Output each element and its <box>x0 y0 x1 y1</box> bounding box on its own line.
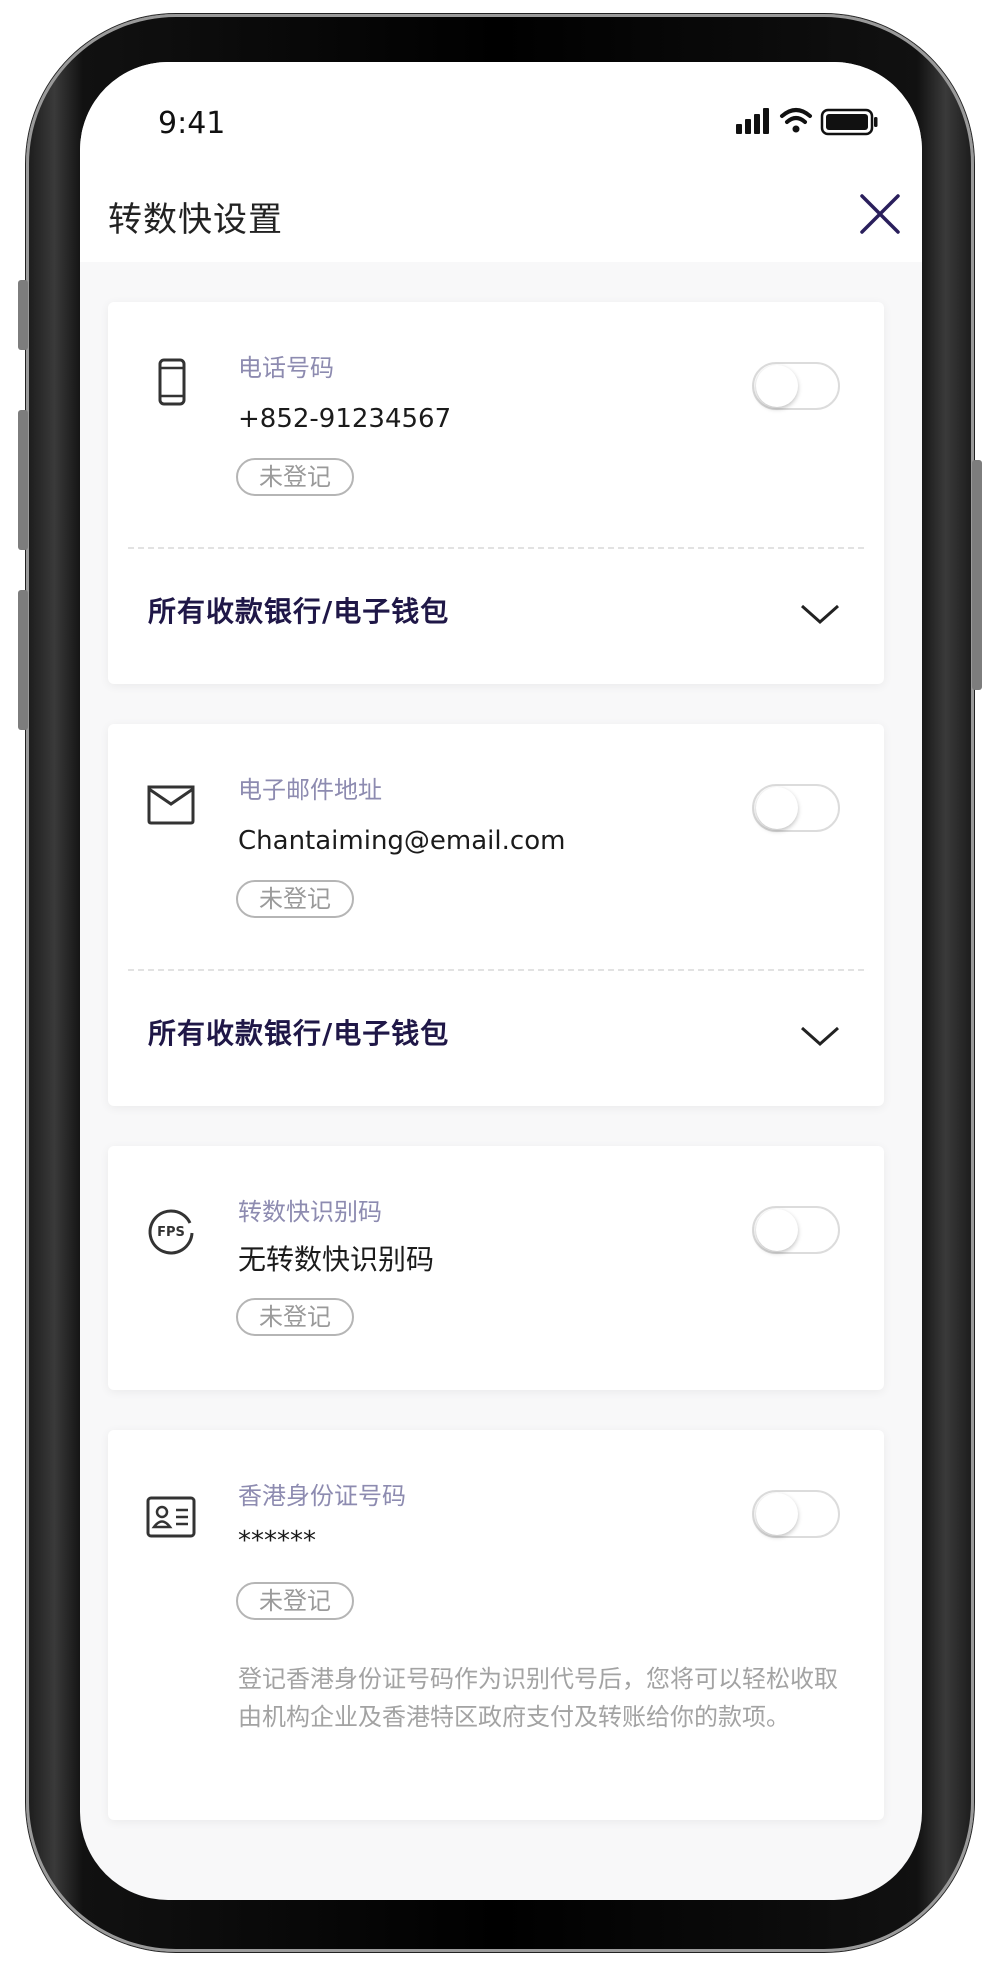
hkid-info-text: 登记香港身份证号码作为识别代号后，您将可以轻松收取由机构企业及香港特区政府支付及… <box>238 1665 838 1731</box>
toggle-knob <box>756 1209 798 1251</box>
signal-icon <box>736 108 769 134</box>
registration-status-badge: 未登记 <box>236 458 354 496</box>
registration-status-badge: 未登记 <box>236 1298 354 1336</box>
hkid-label: 香港身份证号码 <box>238 1482 406 1510</box>
email-card: 电子邮件地址 Chantaiming@email.com 未登记 所有收款银行/… <box>108 724 884 1106</box>
phone-icon <box>158 358 186 406</box>
fps-icon: FPS <box>148 1209 194 1255</box>
hkid-value: ****** <box>238 1526 316 1556</box>
hkid-toggle[interactable] <box>752 1490 840 1538</box>
email-label: 电子邮件地址 <box>238 776 382 804</box>
mute-switch <box>18 280 28 350</box>
hkid-card: 香港身份证号码 ****** 未登记 登记香港身份证号码作为识别代号后，您将可以… <box>108 1430 884 1820</box>
fps-id-value: 无转数快识别码 <box>238 1243 435 1276</box>
chevron-down-icon[interactable] <box>798 600 842 628</box>
close-icon[interactable] <box>850 184 910 244</box>
id-card-icon <box>146 1496 196 1538</box>
toggle-knob <box>756 1493 798 1535</box>
registration-status-badge: 未登记 <box>236 880 354 918</box>
volume-down-button <box>18 590 28 730</box>
power-button <box>972 460 982 690</box>
mail-icon <box>147 785 195 825</box>
phone-screen: 9:41 转数快设置 电话号码 +852-91234567 未登记 所有收款银行… <box>80 62 922 1900</box>
bank-select-label[interactable]: 所有收款银行/电子钱包 <box>148 1012 449 1052</box>
svg-text:FPS: FPS <box>157 1225 185 1240</box>
wifi-icon <box>780 108 812 124</box>
battery-icon <box>820 108 878 136</box>
phone-number-label: 电话号码 <box>238 354 334 382</box>
registration-status-badge: 未登记 <box>236 1582 354 1620</box>
phone-number-value: +852-91234567 <box>238 404 452 434</box>
email-value: Chantaiming@email.com <box>238 826 566 856</box>
header-bar: 9:41 转数快设置 <box>80 62 922 262</box>
phone-number-toggle[interactable] <box>752 362 840 410</box>
toggle-knob <box>756 365 798 407</box>
volume-up-button <box>18 410 28 550</box>
fps-id-card: FPS 转数快识别码 无转数快识别码 未登记 <box>108 1146 884 1390</box>
chevron-down-icon[interactable] <box>798 1022 842 1050</box>
bank-select-label[interactable]: 所有收款银行/电子钱包 <box>148 590 449 630</box>
status-icons <box>736 108 878 136</box>
divider <box>128 547 864 549</box>
email-toggle[interactable] <box>752 784 840 832</box>
phone-number-card: 电话号码 +852-91234567 未登记 所有收款银行/电子钱包 <box>108 302 884 684</box>
divider <box>128 969 864 971</box>
fps-id-label: 转数快识别码 <box>238 1198 382 1226</box>
status-time: 9:41 <box>158 106 226 141</box>
toggle-knob <box>756 787 798 829</box>
fps-id-toggle[interactable] <box>752 1206 840 1254</box>
page-title: 转数快设置 <box>108 200 283 240</box>
